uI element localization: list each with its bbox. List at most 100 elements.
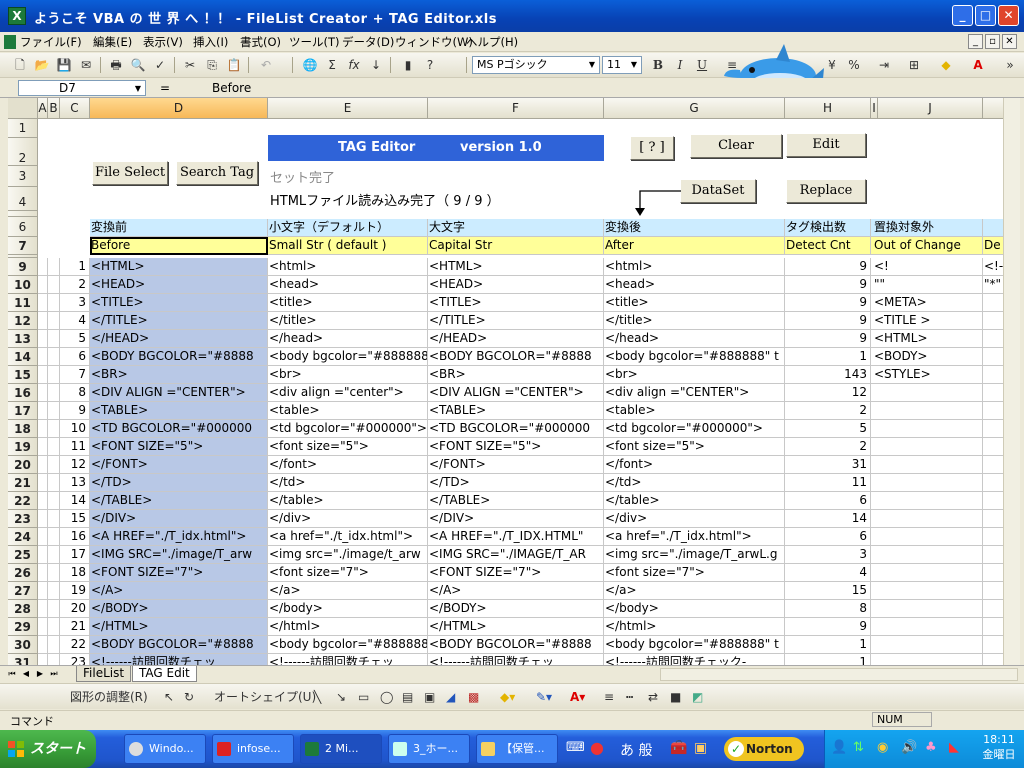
chart-wizard-icon[interactable]: ▮: [398, 56, 418, 74]
header-en-before-selected[interactable]: Before: [90, 237, 268, 255]
table-cell-small[interactable]: <head>: [268, 276, 428, 294]
draw-adjust-menu[interactable]: 図形の調整(R): [70, 688, 148, 706]
table-cell-after[interactable]: <a href="./T_idx.html">: [604, 528, 785, 546]
table-cell-n[interactable]: 1: [60, 258, 90, 276]
table-cell-small[interactable]: </html>: [268, 618, 428, 636]
table-cell-n[interactable]: 3: [60, 294, 90, 312]
row-header[interactable]: 7: [8, 237, 38, 255]
row-header[interactable]: 23: [8, 510, 38, 528]
table-cell-small[interactable]: <td bgcolor="#000000">: [268, 420, 428, 438]
table-cell-out[interactable]: [871, 456, 983, 474]
replace-button[interactable]: Replace: [786, 179, 866, 203]
table-cell-cnt[interactable]: 9: [785, 618, 871, 636]
table-cell-before[interactable]: <FONT SIZE="5">: [90, 438, 268, 456]
table-cell-cap[interactable]: </DIV>: [428, 510, 604, 528]
cut-icon[interactable]: ✂: [180, 56, 200, 74]
table-cell-cap[interactable]: <HEAD>: [428, 276, 604, 294]
table-cell[interactable]: [48, 276, 60, 294]
table-cell-small[interactable]: <title>: [268, 294, 428, 312]
table-cell[interactable]: [48, 474, 60, 492]
table-cell-n[interactable]: 12: [60, 456, 90, 474]
sort-ascending-icon[interactable]: ↓: [366, 56, 386, 74]
draw-font-color-icon[interactable]: A▾: [570, 688, 585, 706]
table-cell-out[interactable]: <STYLE>: [871, 366, 983, 384]
row-header[interactable]: 25: [8, 546, 38, 564]
table-cell-out[interactable]: [871, 402, 983, 420]
table-cell-after[interactable]: <font size="5">: [604, 438, 785, 456]
table-cell[interactable]: [38, 582, 48, 600]
table-cell-before[interactable]: </TITLE>: [90, 312, 268, 330]
table-cell-out[interactable]: [871, 510, 983, 528]
table-cell-before[interactable]: </FONT>: [90, 456, 268, 474]
table-cell[interactable]: [38, 618, 48, 636]
table-cell-cnt[interactable]: 11: [785, 474, 871, 492]
table-cell-cap[interactable]: <IMG SRC="./IMAGE/T_AR: [428, 546, 604, 564]
ime-tool-icon[interactable]: 🧰: [670, 740, 687, 756]
table-cell-small[interactable]: <body bgcolor="#888888: [268, 348, 428, 366]
line-color-icon[interactable]: ✎▾: [536, 688, 552, 706]
table-cell[interactable]: [48, 528, 60, 546]
table-cell-after[interactable]: <!------訪問回数チェック-: [604, 654, 785, 665]
rotate-icon[interactable]: ↻: [184, 688, 194, 706]
table-cell-small[interactable]: </td>: [268, 474, 428, 492]
table-cell-after[interactable]: </table>: [604, 492, 785, 510]
help-icon[interactable]: ?: [420, 56, 440, 74]
doc-minimize-button[interactable]: _: [968, 34, 983, 49]
file-select-button[interactable]: File Select: [92, 161, 168, 185]
row-header[interactable]: 13: [8, 330, 38, 348]
menu-help[interactable]: ヘルプ(H): [466, 34, 518, 50]
column-header-b[interactable]: B: [48, 98, 60, 119]
table-cell-before[interactable]: </TD>: [90, 474, 268, 492]
table-cell-out[interactable]: [871, 492, 983, 510]
table-cell-out[interactable]: <HTML>: [871, 330, 983, 348]
table-cell-after[interactable]: <img src="./image/T_arwL.g: [604, 546, 785, 564]
table-cell-out[interactable]: <TITLE >: [871, 312, 983, 330]
undo-icon[interactable]: ↶: [256, 56, 276, 74]
table-cell-cnt[interactable]: 9: [785, 312, 871, 330]
table-cell-before[interactable]: </TABLE>: [90, 492, 268, 510]
maximize-button[interactable]: □: [975, 5, 996, 26]
table-cell-after[interactable]: <table>: [604, 402, 785, 420]
task-window[interactable]: Windo...: [124, 734, 206, 764]
table-cell-n[interactable]: 17: [60, 546, 90, 564]
table-cell-small[interactable]: <div align ="center">: [268, 384, 428, 402]
table-cell[interactable]: [48, 654, 60, 665]
table-cell-before[interactable]: <A HREF="./T_idx.html">: [90, 528, 268, 546]
table-cell-out[interactable]: [871, 384, 983, 402]
table-cell-n[interactable]: 23: [60, 654, 90, 665]
table-cell[interactable]: [48, 312, 60, 330]
column-header-c[interactable]: C: [60, 98, 90, 119]
horizontal-scrollbar[interactable]: [660, 668, 1018, 681]
table-cell[interactable]: [48, 510, 60, 528]
table-cell-small[interactable]: </div>: [268, 510, 428, 528]
table-cell[interactable]: [48, 294, 60, 312]
table-cell[interactable]: [38, 510, 48, 528]
table-cell-cnt[interactable]: 1: [785, 636, 871, 654]
table-cell-cnt[interactable]: 6: [785, 492, 871, 510]
table-cell-cap[interactable]: <TABLE>: [428, 402, 604, 420]
table-cell-after[interactable]: </body>: [604, 600, 785, 618]
clear-button[interactable]: Clear: [690, 134, 782, 158]
table-cell-n[interactable]: 4: [60, 312, 90, 330]
table-cell[interactable]: [38, 474, 48, 492]
table-cell-n[interactable]: 2: [60, 276, 90, 294]
table-cell[interactable]: [48, 258, 60, 276]
table-cell-cap[interactable]: </TABLE>: [428, 492, 604, 510]
table-cell-after[interactable]: </title>: [604, 312, 785, 330]
table-cell-cnt[interactable]: 31: [785, 456, 871, 474]
column-header-f[interactable]: F: [428, 98, 604, 119]
ime-mode-indicator[interactable]: あ 般: [620, 740, 652, 760]
table-cell-small[interactable]: </font>: [268, 456, 428, 474]
table-cell-cnt[interactable]: 9: [785, 330, 871, 348]
table-cell-out[interactable]: <!: [871, 258, 983, 276]
row-header[interactable]: 15: [8, 366, 38, 384]
worksheet-grid[interactable]: A B C D E F G H I J 1 2 3 4 6 7 TAG Edit…: [8, 98, 1018, 665]
select-objects-icon[interactable]: ↖: [164, 688, 174, 706]
table-cell-cnt[interactable]: 143: [785, 366, 871, 384]
table-cell-cnt[interactable]: 4: [785, 564, 871, 582]
table-cell-out[interactable]: [871, 438, 983, 456]
tab-tag-edit[interactable]: TAG Edit: [132, 666, 197, 682]
table-cell-cap[interactable]: <TD BGCOLOR="#000000: [428, 420, 604, 438]
table-cell-out[interactable]: [871, 618, 983, 636]
column-header-g[interactable]: G: [604, 98, 785, 119]
